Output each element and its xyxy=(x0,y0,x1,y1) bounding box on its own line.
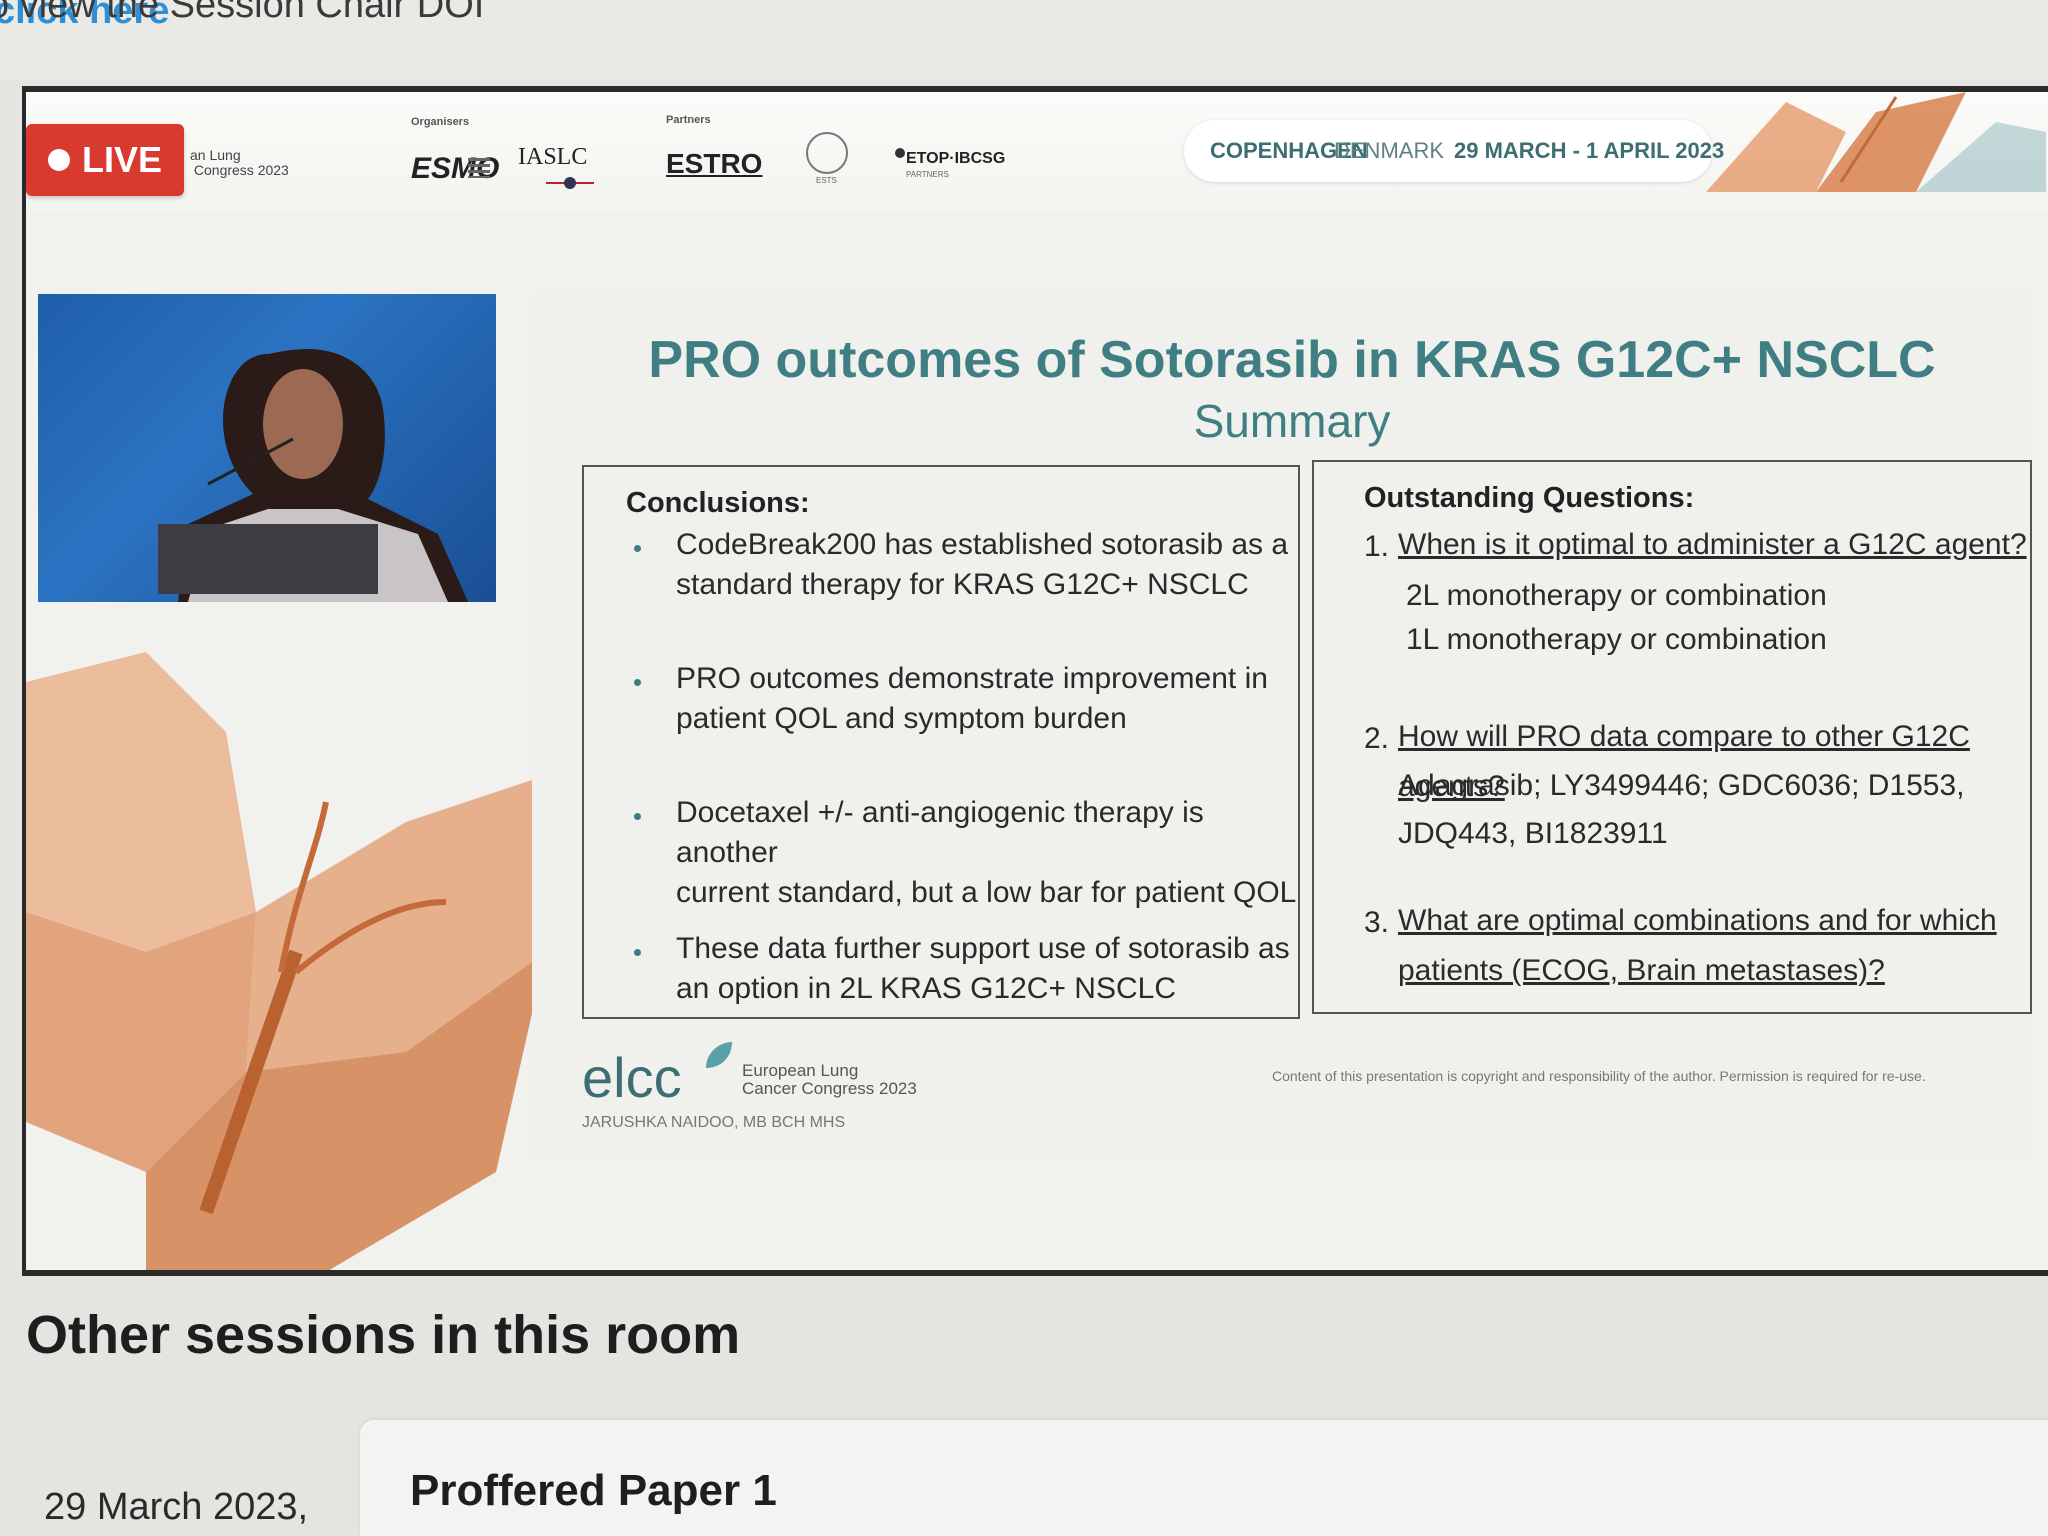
conclusion-item: PRO outcomes demonstrate improvement in … xyxy=(676,659,1268,739)
outstanding-questions-box: Outstanding Questions: 1. When is it opt… xyxy=(1312,460,2032,1014)
session-chair-doi-notice: o view the Session Chair DOI click here xyxy=(0,0,2048,80)
iaslc-logo: IASLC xyxy=(518,144,588,170)
partners-label: Partners xyxy=(666,114,711,126)
conclusion-line: These data further support use of sotora… xyxy=(676,932,1290,965)
conclusion-line: standard therapy for KRAS G12C+ NSCLC xyxy=(676,568,1249,601)
speaker-figure xyxy=(158,349,468,602)
question-text: patients (ECOG, Brain metastases)? xyxy=(1398,954,1885,987)
bullet-icon xyxy=(634,545,641,552)
session-title: Proffered Paper 1 xyxy=(410,1466,777,1515)
butterfly-backdrop-icon xyxy=(26,652,586,1270)
question-number: 1. xyxy=(1364,530,1390,563)
live-dot-icon xyxy=(48,149,70,171)
location-dates-pill: COPENHAGEN DENMARK 29 MARCH - 1 APRIL 20… xyxy=(1184,120,1724,182)
etop-dot-icon xyxy=(895,148,905,158)
conclusions-box: Conclusions: CodeBreak200 has establishe… xyxy=(582,465,1300,1019)
bullet-icon xyxy=(634,679,641,686)
session-card[interactable]: Proffered Paper 1 xyxy=(360,1420,2048,1536)
conclusion-line: patient QOL and symptom burden xyxy=(676,702,1127,735)
iaslc-mark-icon xyxy=(546,177,594,189)
butterfly-banner-icon xyxy=(1706,92,2046,192)
elcc-drop-icon xyxy=(706,1042,732,1068)
conclusion-item: Docetaxel +/- anti-angiogenic therapy is… xyxy=(676,793,1298,913)
live-badge: LIVE xyxy=(26,124,184,196)
session-date: 29 March 2023, xyxy=(44,1486,309,1528)
esmo-bars-icon xyxy=(468,158,490,178)
location-country: DENMARK xyxy=(1334,138,1445,163)
slide-title: PRO outcomes of Sotorasib in KRAS G12C+ … xyxy=(648,331,1936,389)
etop-sub-label: PARTNERS xyxy=(906,170,949,179)
etop-logo: ETOP·IBCSG xyxy=(906,150,1006,167)
live-label: LIVE xyxy=(82,139,163,180)
presentation-slide: PRO outcomes of Sotorasib in KRAS G12C+ … xyxy=(532,290,2032,1160)
estro-logo: ESTRO xyxy=(666,148,763,179)
conclusion-line: an option in 2L KRAS G12C+ NSCLC xyxy=(676,972,1176,1005)
stream-banner: LIVE an Lung Congress 2023 Organisers ES… xyxy=(26,92,2048,212)
question-sub: JDQ443, BI1823911 xyxy=(1398,817,1668,850)
ests-logo-icon xyxy=(806,132,848,174)
conclusions-heading: Conclusions: xyxy=(626,487,810,519)
questions-heading: Outstanding Questions: xyxy=(1364,482,1695,514)
question-sub: Adagrasib; LY3499446; GDC6036; D1553, xyxy=(1398,769,1965,802)
conclusion-line: PRO outcomes demonstrate improvement in xyxy=(676,662,1268,695)
question-text: When is it optimal to administer a G12C … xyxy=(1398,528,2027,561)
bullet-icon xyxy=(634,949,641,956)
elcc-logo: elcc xyxy=(582,1046,682,1109)
doi-notice-text: o view the Session Chair DOI xyxy=(0,0,485,26)
elcc-congress-name: European Lung Cancer Congress 2023 xyxy=(742,1061,917,1098)
copyright-notice: Content of this presentation is copyrigh… xyxy=(1272,1068,1926,1084)
conclusion-item: CodeBreak200 has established sotorasib a… xyxy=(676,525,1288,605)
conclusion-line: Docetaxel +/- anti-angiogenic therapy is… xyxy=(676,796,1204,869)
video-player[interactable]: LIVE an Lung Congress 2023 Organisers ES… xyxy=(22,86,2048,1276)
question-sub: 2L monotherapy or combination xyxy=(1406,579,1827,612)
slide-subtitle: Summary xyxy=(1193,395,1391,447)
conclusion-line: CodeBreak200 has established sotorasib a… xyxy=(676,528,1289,561)
speaker-video xyxy=(38,294,496,602)
question-text: What are optimal combinations and for wh… xyxy=(1398,904,1997,937)
question-sub: 1L monotherapy or combination xyxy=(1406,623,1827,656)
question-number: 3. xyxy=(1364,906,1390,939)
question-number: 2. xyxy=(1364,722,1390,755)
congress-small-logo: an Lung Congress 2023 xyxy=(190,147,289,178)
conclusion-line: current standard, but a low bar for pati… xyxy=(676,876,1297,909)
ests-label: ESTS xyxy=(816,176,837,185)
organisers-label: Organisers xyxy=(411,116,470,128)
presenter-name: JARUSHKA NAIDOO, MB BCH MHS xyxy=(582,1114,846,1131)
other-sessions-heading: Other sessions in this room xyxy=(26,1305,741,1365)
conclusion-item: These data further support use of sotora… xyxy=(676,929,1290,1009)
bullet-icon xyxy=(634,813,641,820)
